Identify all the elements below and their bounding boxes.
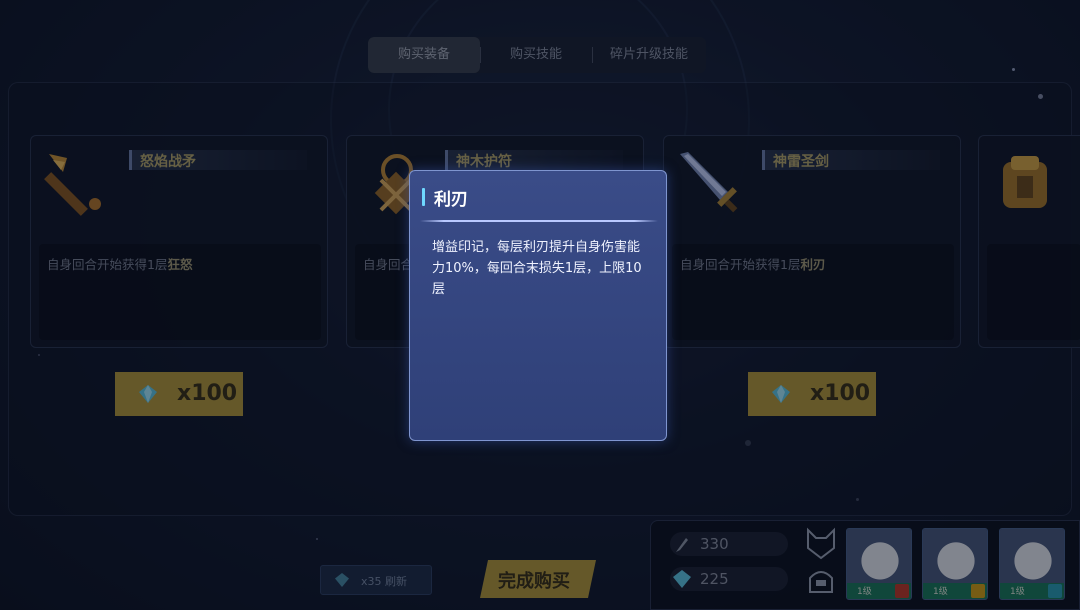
- popup-divider: [420, 220, 658, 222]
- buff-tooltip-popup: 利刃 增益印记，每层利刃提升自身伤害能力10%，每回合末损失1层，上限10层: [409, 170, 667, 441]
- title-accent-bar: [422, 188, 425, 206]
- popup-description: 增益印记，每层利刃提升自身伤害能力10%，每回合末损失1层，上限10层: [432, 240, 642, 297]
- popup-title: 利刃: [434, 190, 468, 210]
